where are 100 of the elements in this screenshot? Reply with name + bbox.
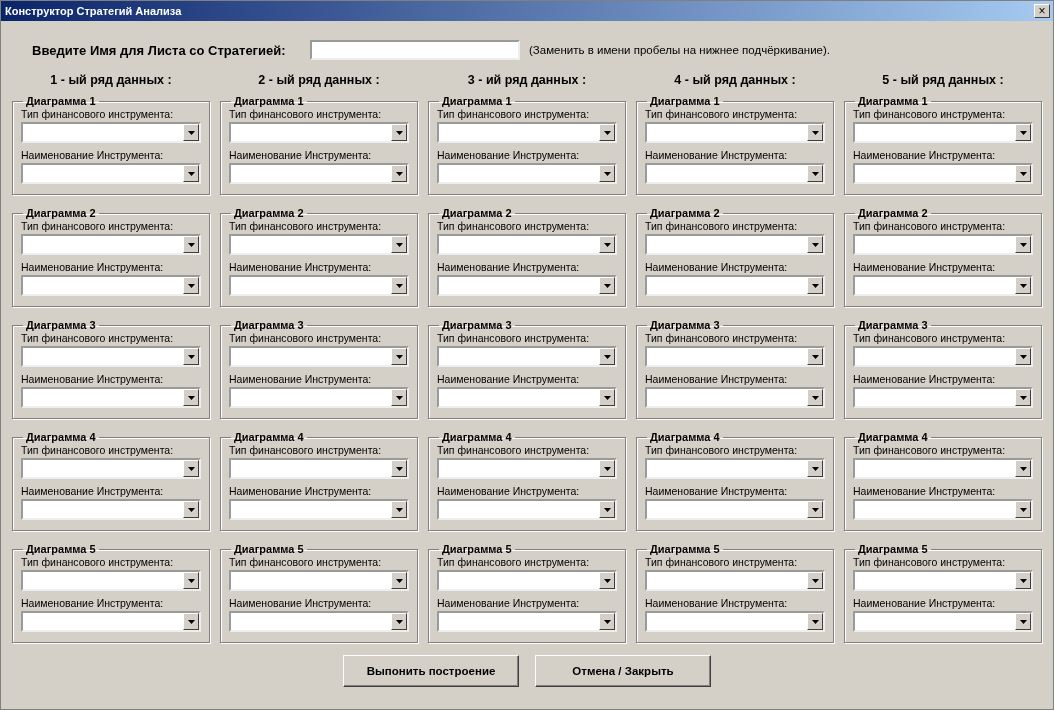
dropdown-button[interactable] [183, 236, 199, 253]
dropdown-button[interactable] [183, 165, 199, 182]
dropdown-button[interactable] [1015, 501, 1031, 518]
dropdown-field[interactable] [853, 234, 1033, 255]
dropdown-button[interactable] [599, 460, 615, 477]
dropdown-button[interactable] [807, 501, 823, 518]
dropdown-button[interactable] [391, 236, 407, 253]
dropdown-button[interactable] [391, 613, 407, 630]
dropdown-field[interactable] [853, 458, 1033, 479]
dropdown-field[interactable] [645, 346, 825, 367]
dropdown-field[interactable] [229, 122, 409, 143]
dropdown-button[interactable] [183, 348, 199, 365]
dropdown-field[interactable] [645, 275, 825, 296]
dropdown-field[interactable] [437, 122, 617, 143]
dropdown-field[interactable] [645, 234, 825, 255]
dropdown-field[interactable] [21, 122, 201, 143]
dropdown-button[interactable] [1015, 613, 1031, 630]
dropdown-button[interactable] [183, 124, 199, 141]
dropdown-field[interactable] [437, 499, 617, 520]
dropdown-button[interactable] [599, 277, 615, 294]
dropdown-button[interactable] [391, 348, 407, 365]
dropdown-button[interactable] [1015, 572, 1031, 589]
dropdown-field[interactable] [853, 570, 1033, 591]
dropdown-button[interactable] [599, 236, 615, 253]
dropdown-field[interactable] [853, 387, 1033, 408]
dropdown-button[interactable] [1015, 277, 1031, 294]
dropdown-field[interactable] [229, 346, 409, 367]
dropdown-field[interactable] [21, 346, 201, 367]
dropdown-field[interactable] [229, 611, 409, 632]
dropdown-button[interactable] [599, 501, 615, 518]
dropdown-button[interactable] [599, 165, 615, 182]
dropdown-button[interactable] [807, 460, 823, 477]
dropdown-field[interactable] [229, 499, 409, 520]
dropdown-button[interactable] [183, 389, 199, 406]
dropdown-button[interactable] [183, 277, 199, 294]
dropdown-field[interactable] [645, 122, 825, 143]
dropdown-field[interactable] [437, 163, 617, 184]
dropdown-button[interactable] [1015, 460, 1031, 477]
dropdown-button[interactable] [183, 613, 199, 630]
dropdown-button[interactable] [807, 348, 823, 365]
dropdown-field[interactable] [21, 234, 201, 255]
dropdown-button[interactable] [599, 572, 615, 589]
dropdown-field[interactable] [437, 570, 617, 591]
dropdown-field[interactable] [21, 163, 201, 184]
sheet-name-field[interactable] [310, 40, 520, 60]
dropdown-field[interactable] [437, 346, 617, 367]
dropdown-button[interactable] [599, 124, 615, 141]
dropdown-button[interactable] [807, 389, 823, 406]
dropdown-field[interactable] [645, 499, 825, 520]
dropdown-button[interactable] [807, 277, 823, 294]
dropdown-field[interactable] [437, 234, 617, 255]
dropdown-field[interactable] [437, 275, 617, 296]
dropdown-button[interactable] [599, 613, 615, 630]
dialog-button[interactable]: Отмена / Закрыть [535, 655, 711, 687]
dropdown-field[interactable] [229, 387, 409, 408]
dropdown-field[interactable] [853, 163, 1033, 184]
dropdown-button[interactable] [599, 348, 615, 365]
dropdown-field[interactable] [853, 611, 1033, 632]
dropdown-button[interactable] [391, 389, 407, 406]
dropdown-button[interactable] [1015, 236, 1031, 253]
dropdown-button[interactable] [391, 165, 407, 182]
dropdown-button[interactable] [391, 572, 407, 589]
dialog-button[interactable]: Выпонить построение [343, 655, 519, 687]
dropdown-button[interactable] [183, 501, 199, 518]
dropdown-field[interactable] [645, 458, 825, 479]
dropdown-button[interactable] [1015, 389, 1031, 406]
dropdown-button[interactable] [183, 572, 199, 589]
dropdown-button[interactable] [391, 460, 407, 477]
dropdown-field[interactable] [853, 499, 1033, 520]
dropdown-field[interactable] [229, 275, 409, 296]
dropdown-button[interactable] [391, 277, 407, 294]
dropdown-button[interactable] [807, 236, 823, 253]
dropdown-button[interactable] [807, 165, 823, 182]
dropdown-field[interactable] [229, 570, 409, 591]
dropdown-field[interactable] [645, 570, 825, 591]
dropdown-field[interactable] [853, 275, 1033, 296]
dropdown-field[interactable] [853, 122, 1033, 143]
dropdown-field[interactable] [437, 611, 617, 632]
dropdown-button[interactable] [183, 460, 199, 477]
dropdown-button[interactable] [807, 124, 823, 141]
dropdown-field[interactable] [645, 611, 825, 632]
dropdown-field[interactable] [21, 387, 201, 408]
dropdown-button[interactable] [807, 613, 823, 630]
dropdown-field[interactable] [645, 387, 825, 408]
dropdown-field[interactable] [21, 458, 201, 479]
close-button[interactable]: × [1034, 4, 1050, 18]
dropdown-button[interactable] [1015, 165, 1031, 182]
dropdown-button[interactable] [391, 501, 407, 518]
dropdown-field[interactable] [229, 163, 409, 184]
dropdown-field[interactable] [21, 611, 201, 632]
dropdown-button[interactable] [599, 389, 615, 406]
dropdown-button[interactable] [391, 124, 407, 141]
dropdown-field[interactable] [645, 163, 825, 184]
dropdown-button[interactable] [1015, 124, 1031, 141]
dropdown-field[interactable] [229, 234, 409, 255]
dropdown-field[interactable] [21, 275, 201, 296]
dropdown-field[interactable] [229, 458, 409, 479]
dropdown-field[interactable] [853, 346, 1033, 367]
dropdown-button[interactable] [807, 572, 823, 589]
dropdown-field[interactable] [437, 458, 617, 479]
